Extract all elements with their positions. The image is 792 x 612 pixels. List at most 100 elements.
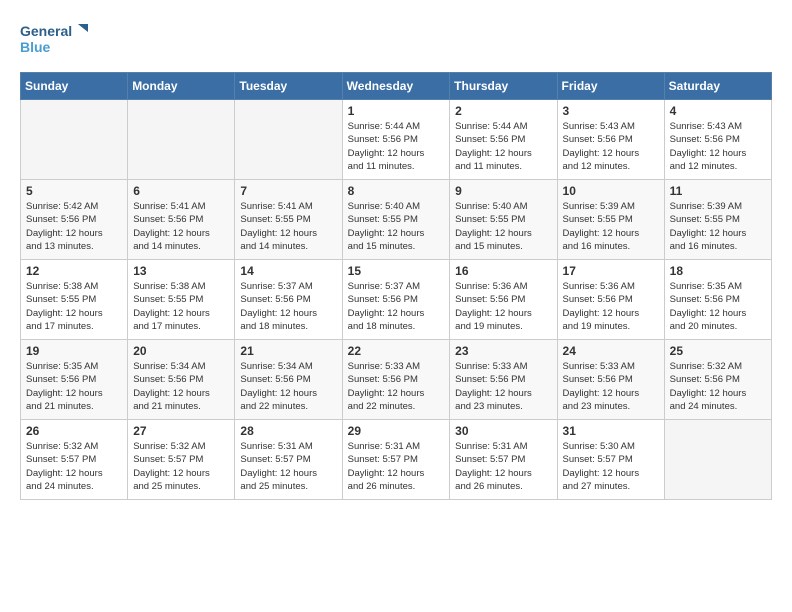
page-header: General Blue xyxy=(20,20,772,62)
day-number: 18 xyxy=(670,264,766,278)
day-number: 21 xyxy=(240,344,336,358)
calendar-cell: 21 Sunrise: 5:34 AM Sunset: 5:56 PM Dayli… xyxy=(235,340,342,420)
calendar-cell xyxy=(21,100,128,180)
cell-info: Sunrise: 5:33 AM Sunset: 5:56 PM Dayligh… xyxy=(455,360,551,413)
calendar-cell xyxy=(128,100,235,180)
day-number: 12 xyxy=(26,264,122,278)
day-number: 4 xyxy=(670,104,766,118)
cell-info: Sunrise: 5:40 AM Sunset: 5:55 PM Dayligh… xyxy=(348,200,445,253)
cell-info: Sunrise: 5:31 AM Sunset: 5:57 PM Dayligh… xyxy=(240,440,336,493)
calendar-cell: 30 Sunrise: 5:31 AM Sunset: 5:57 PM Dayli… xyxy=(450,420,557,500)
cell-info: Sunrise: 5:30 AM Sunset: 5:57 PM Dayligh… xyxy=(563,440,659,493)
svg-text:Blue: Blue xyxy=(20,39,51,55)
calendar-cell: 11 Sunrise: 5:39 AM Sunset: 5:55 PM Dayli… xyxy=(664,180,771,260)
week-row-2: 12 Sunrise: 5:38 AM Sunset: 5:55 PM Dayli… xyxy=(21,260,772,340)
calendar-cell: 13 Sunrise: 5:38 AM Sunset: 5:55 PM Dayli… xyxy=(128,260,235,340)
svg-text:General: General xyxy=(20,23,72,39)
header-row: SundayMondayTuesdayWednesdayThursdayFrid… xyxy=(21,73,772,100)
day-number: 10 xyxy=(563,184,659,198)
cell-info: Sunrise: 5:34 AM Sunset: 5:56 PM Dayligh… xyxy=(240,360,336,413)
day-number: 27 xyxy=(133,424,229,438)
calendar-cell: 3 Sunrise: 5:43 AM Sunset: 5:56 PM Daylig… xyxy=(557,100,664,180)
cell-info: Sunrise: 5:38 AM Sunset: 5:55 PM Dayligh… xyxy=(133,280,229,333)
cell-info: Sunrise: 5:43 AM Sunset: 5:56 PM Dayligh… xyxy=(670,120,766,173)
header-wednesday: Wednesday xyxy=(342,73,450,100)
calendar-cell: 24 Sunrise: 5:33 AM Sunset: 5:56 PM Dayli… xyxy=(557,340,664,420)
calendar-cell: 15Sunrise: 5:37 AM Sunset: 5:56 PM Dayli… xyxy=(342,260,450,340)
calendar-cell: 19 Sunrise: 5:35 AM Sunset: 5:56 PM Dayli… xyxy=(21,340,128,420)
calendar-table: SundayMondayTuesdayWednesdayThursdayFrid… xyxy=(20,72,772,500)
day-number: 25 xyxy=(670,344,766,358)
calendar-cell: 8Sunrise: 5:40 AM Sunset: 5:55 PM Daylig… xyxy=(342,180,450,260)
logo: General Blue xyxy=(20,20,90,62)
cell-info: Sunrise: 5:38 AM Sunset: 5:55 PM Dayligh… xyxy=(26,280,122,333)
cell-info: Sunrise: 5:31 AM Sunset: 5:57 PM Dayligh… xyxy=(455,440,551,493)
day-number: 31 xyxy=(563,424,659,438)
cell-info: Sunrise: 5:33 AM Sunset: 5:56 PM Dayligh… xyxy=(348,360,445,413)
cell-info: Sunrise: 5:37 AM Sunset: 5:56 PM Dayligh… xyxy=(240,280,336,333)
calendar-cell: 23 Sunrise: 5:33 AM Sunset: 5:56 PM Dayli… xyxy=(450,340,557,420)
header-friday: Friday xyxy=(557,73,664,100)
week-row-3: 19 Sunrise: 5:35 AM Sunset: 5:56 PM Dayli… xyxy=(21,340,772,420)
calendar-cell: 17Sunrise: 5:36 AM Sunset: 5:56 PM Dayli… xyxy=(557,260,664,340)
calendar-cell: 4 Sunrise: 5:43 AM Sunset: 5:56 PM Daylig… xyxy=(664,100,771,180)
day-number: 6 xyxy=(133,184,229,198)
day-number: 28 xyxy=(240,424,336,438)
calendar-cell: 12 Sunrise: 5:38 AM Sunset: 5:55 PM Dayli… xyxy=(21,260,128,340)
cell-info: Sunrise: 5:34 AM Sunset: 5:56 PM Dayligh… xyxy=(133,360,229,413)
day-number: 14 xyxy=(240,264,336,278)
day-number: 20 xyxy=(133,344,229,358)
day-number: 24 xyxy=(563,344,659,358)
cell-info: Sunrise: 5:35 AM Sunset: 5:56 PM Dayligh… xyxy=(26,360,122,413)
cell-info: Sunrise: 5:42 AM Sunset: 5:56 PM Dayligh… xyxy=(26,200,122,253)
week-row-0: 1Sunrise: 5:44 AM Sunset: 5:56 PM Daylig… xyxy=(21,100,772,180)
day-number: 15 xyxy=(348,264,445,278)
calendar-cell: 20 Sunrise: 5:34 AM Sunset: 5:56 PM Dayli… xyxy=(128,340,235,420)
logo-svg: General Blue xyxy=(20,20,90,62)
calendar-cell: 14 Sunrise: 5:37 AM Sunset: 5:56 PM Dayli… xyxy=(235,260,342,340)
day-number: 11 xyxy=(670,184,766,198)
header-tuesday: Tuesday xyxy=(235,73,342,100)
calendar-cell: 27 Sunrise: 5:32 AM Sunset: 5:57 PM Dayli… xyxy=(128,420,235,500)
calendar-cell: 18Sunrise: 5:35 AM Sunset: 5:56 PM Dayli… xyxy=(664,260,771,340)
day-number: 9 xyxy=(455,184,551,198)
day-number: 29 xyxy=(348,424,445,438)
calendar-cell: 10 Sunrise: 5:39 AM Sunset: 5:55 PM Dayli… xyxy=(557,180,664,260)
cell-info: Sunrise: 5:32 AM Sunset: 5:57 PM Dayligh… xyxy=(26,440,122,493)
day-number: 2 xyxy=(455,104,551,118)
header-saturday: Saturday xyxy=(664,73,771,100)
week-row-1: 5 Sunrise: 5:42 AM Sunset: 5:56 PM Daylig… xyxy=(21,180,772,260)
cell-info: Sunrise: 5:32 AM Sunset: 5:57 PM Dayligh… xyxy=(133,440,229,493)
day-number: 13 xyxy=(133,264,229,278)
cell-info: Sunrise: 5:41 AM Sunset: 5:56 PM Dayligh… xyxy=(133,200,229,253)
day-number: 19 xyxy=(26,344,122,358)
cell-info: Sunrise: 5:39 AM Sunset: 5:55 PM Dayligh… xyxy=(563,200,659,253)
day-number: 5 xyxy=(26,184,122,198)
day-number: 3 xyxy=(563,104,659,118)
calendar-cell: 31 Sunrise: 5:30 AM Sunset: 5:57 PM Dayli… xyxy=(557,420,664,500)
calendar-cell: 1Sunrise: 5:44 AM Sunset: 5:56 PM Daylig… xyxy=(342,100,450,180)
calendar-cell xyxy=(664,420,771,500)
calendar-cell: 5 Sunrise: 5:42 AM Sunset: 5:56 PM Daylig… xyxy=(21,180,128,260)
cell-info: Sunrise: 5:39 AM Sunset: 5:55 PM Dayligh… xyxy=(670,200,766,253)
header-sunday: Sunday xyxy=(21,73,128,100)
cell-info: Sunrise: 5:32 AM Sunset: 5:56 PM Dayligh… xyxy=(670,360,766,413)
header-monday: Monday xyxy=(128,73,235,100)
day-number: 23 xyxy=(455,344,551,358)
cell-info: Sunrise: 5:33 AM Sunset: 5:56 PM Dayligh… xyxy=(563,360,659,413)
calendar-cell: 9 Sunrise: 5:40 AM Sunset: 5:55 PM Daylig… xyxy=(450,180,557,260)
day-number: 7 xyxy=(240,184,336,198)
cell-info: Sunrise: 5:36 AM Sunset: 5:56 PM Dayligh… xyxy=(455,280,551,333)
calendar-cell: 26 Sunrise: 5:32 AM Sunset: 5:57 PM Dayli… xyxy=(21,420,128,500)
cell-info: Sunrise: 5:40 AM Sunset: 5:55 PM Dayligh… xyxy=(455,200,551,253)
cell-info: Sunrise: 5:44 AM Sunset: 5:56 PM Dayligh… xyxy=(455,120,551,173)
day-number: 30 xyxy=(455,424,551,438)
day-number: 26 xyxy=(26,424,122,438)
cell-info: Sunrise: 5:43 AM Sunset: 5:56 PM Dayligh… xyxy=(563,120,659,173)
cell-info: Sunrise: 5:41 AM Sunset: 5:55 PM Dayligh… xyxy=(240,200,336,253)
calendar-cell: 25 Sunrise: 5:32 AM Sunset: 5:56 PM Dayli… xyxy=(664,340,771,420)
calendar-cell: 2 Sunrise: 5:44 AM Sunset: 5:56 PM Daylig… xyxy=(450,100,557,180)
calendar-cell: 7 Sunrise: 5:41 AM Sunset: 5:55 PM Daylig… xyxy=(235,180,342,260)
calendar-cell: 16Sunrise: 5:36 AM Sunset: 5:56 PM Dayli… xyxy=(450,260,557,340)
calendar-cell: 6 Sunrise: 5:41 AM Sunset: 5:56 PM Daylig… xyxy=(128,180,235,260)
